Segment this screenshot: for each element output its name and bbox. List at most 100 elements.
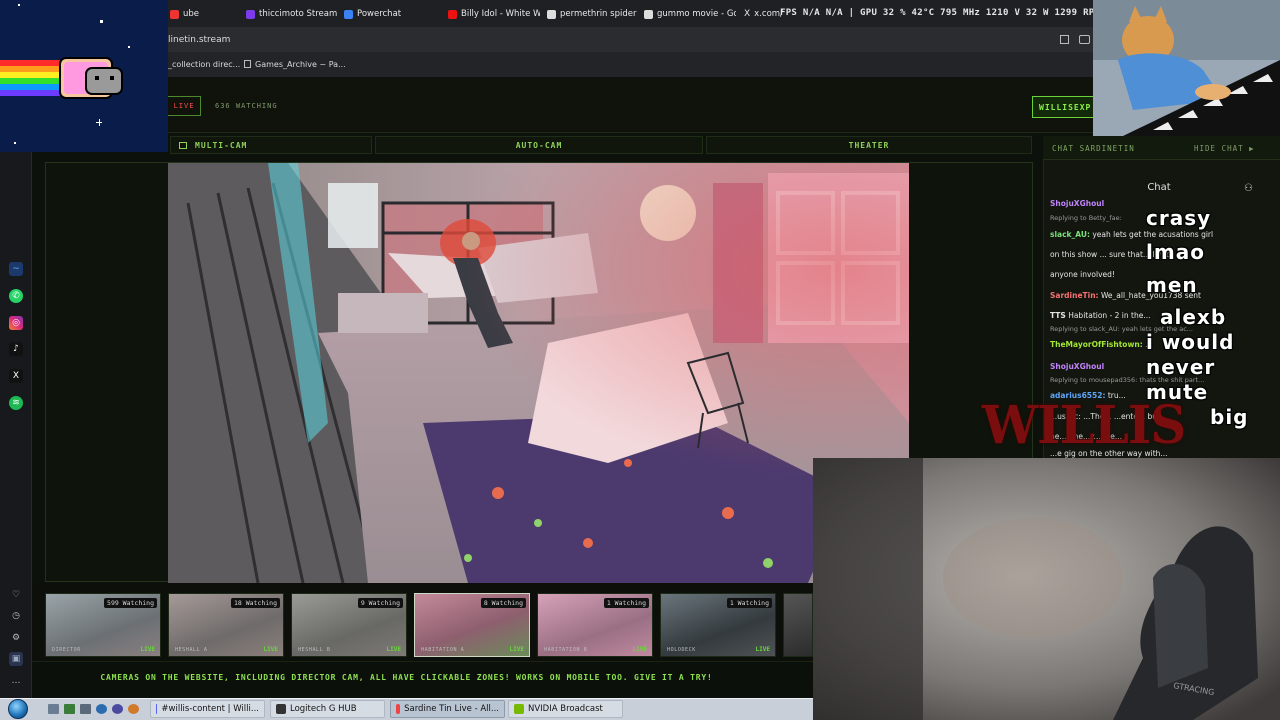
history-icon[interactable]: ◷ [9, 609, 23, 623]
live-badge: LIVE [168, 96, 201, 116]
camera-name: HABITATION A [421, 647, 465, 653]
overlay-chat-word: crasy [1146, 206, 1212, 230]
keyboard-cat-image [1093, 0, 1280, 136]
taskbar-item[interactable]: #willis-content | Willi... [150, 700, 265, 718]
whatsapp-icon[interactable]: ✆ [9, 289, 23, 303]
camera-video-feed[interactable] [168, 163, 909, 583]
grid-icon [179, 141, 187, 149]
taskbar-item[interactable]: Logitech G HUB [270, 700, 385, 718]
browser-tab[interactable]: permethrin spider kill [543, 4, 637, 24]
camera-live-badge: LIVE [263, 646, 278, 653]
camera-name: DIRECTOR [52, 647, 81, 653]
camera-thumbnail[interactable]: 1 Watching HOLODECK LIVE [660, 593, 776, 657]
overlay-chat-word: lmao [1146, 240, 1205, 264]
tab-favicon-icon [547, 9, 556, 19]
x-logo-icon: X [744, 9, 751, 19]
bookmark-page-icon [244, 60, 251, 68]
tab-favicon-icon [344, 9, 353, 19]
camera-name: HOLODECK [667, 647, 696, 653]
camera-name: HABITATION B [544, 647, 588, 653]
camera-thumbnail[interactable]: 1 Watching HABITATION B LIVE [537, 593, 653, 657]
overlay-chat-word: men [1146, 273, 1198, 297]
brand-button[interactable]: WILLISEXP [1032, 96, 1095, 118]
wallet-icon[interactable]: ▣ [9, 652, 23, 666]
overlay-chat-word: alexb [1160, 305, 1227, 329]
camera-viewer-count: 599 Watching [104, 598, 157, 608]
quicklaunch-icon[interactable] [64, 704, 75, 714]
instagram-icon[interactable]: ◎ [9, 316, 23, 330]
quicklaunch-icon[interactable] [128, 704, 139, 714]
camera-name: HESHALL B [298, 647, 331, 653]
browser-tab[interactable]: thiccimoto Stream - W [242, 4, 340, 24]
open-external-icon[interactable] [1060, 35, 1069, 44]
x-icon[interactable]: X [9, 369, 23, 383]
chat-label: Chat [1147, 182, 1171, 193]
logitech-icon [276, 704, 286, 714]
camera-thumbnail[interactable]: 18 Watching HESHALL A LIVE [168, 593, 284, 657]
quicklaunch-icon[interactable] [96, 704, 107, 714]
tab-favicon-icon [170, 9, 179, 19]
willis-logo: WILLIS [982, 393, 1186, 456]
camera-name: HESHALL A [175, 647, 208, 653]
nvidia-icon [514, 704, 524, 714]
users-icon[interactable]: ⚇ [1244, 183, 1253, 194]
tab-favicon-icon [448, 9, 457, 19]
bookmark-item[interactable]: Games_Archive ~ Pa... [244, 60, 346, 69]
more-icon[interactable]: … [9, 674, 23, 688]
info-banner-text: CAMERAS ON THE WEBSITE, INCLUDING DIRECT… [100, 673, 713, 682]
browser-tab[interactable]: ube [166, 4, 236, 24]
keyboard-cat-overlay [1093, 0, 1280, 136]
webcam-image: GTRACING [813, 458, 1280, 720]
tab-multi-cam[interactable]: MULTI-CAM [170, 136, 372, 154]
performance-hud: FPS N/A N/A | GPU 32 % 42°C 795 MHz 1210… [780, 8, 1101, 18]
discord-icon [156, 704, 158, 714]
taskbar-item-active[interactable]: Sardine Tin Live - All... [390, 700, 505, 718]
overlay-chat-word: i would [1146, 330, 1235, 354]
camera-live-badge: LIVE [386, 646, 401, 653]
viewer-count: 636 WATCHING [215, 102, 278, 110]
spotify-icon[interactable]: ≋ [9, 396, 23, 410]
camera-viewer-count: 18 Watching [230, 598, 280, 608]
camera-viewer-count: 8 Watching [480, 598, 526, 608]
taskbar-item[interactable]: NVIDIA Broadcast [508, 700, 623, 718]
quicklaunch-icon[interactable] [112, 704, 123, 714]
room-camera-image [168, 163, 909, 583]
streamer-webcam: GTRACING [813, 458, 1280, 720]
tab-theater[interactable]: THEATER [706, 136, 1032, 154]
camera-thumbnail[interactable] [783, 593, 813, 657]
url-text[interactable]: linetin.stream [168, 35, 230, 45]
browser-tab[interactable]: Powerchat [340, 4, 440, 24]
chat-message: slack_AU: yeah lets get the acusations g… [1050, 230, 1214, 239]
camera-viewer-count: 9 Watching [357, 598, 403, 608]
quicklaunch-icon[interactable] [48, 704, 59, 714]
start-button-icon[interactable] [8, 699, 28, 719]
messenger-icon[interactable]: ~ [9, 262, 23, 276]
camera-icon[interactable] [1079, 35, 1090, 44]
camera-preview-image [784, 594, 812, 656]
camera-viewer-count: 1 Watching [726, 598, 772, 608]
camera-viewer-count: 1 Watching [603, 598, 649, 608]
tab-favicon-icon [644, 9, 653, 19]
tiktok-icon[interactable]: ♪ [9, 342, 23, 356]
hide-chat-button[interactable]: HIDE CHAT ▶ [1194, 144, 1255, 153]
chat-title: CHAT SARDINETIN [1052, 144, 1135, 153]
bookmark-item[interactable]: _collection direc... [168, 60, 240, 69]
tab-favicon-icon [246, 9, 255, 19]
camera-thumbnail[interactable]: 599 Watching DIRECTOR LIVE [45, 593, 161, 657]
camera-thumbnail[interactable]: 9 Watching HESHALL B LIVE [291, 593, 407, 657]
overlay-chat-word: never [1146, 355, 1216, 379]
browser-icon [396, 704, 401, 714]
camera-live-badge: LIVE [755, 646, 770, 653]
camera-thumbnail-selected[interactable]: 8 Watching HABITATION A LIVE [414, 593, 530, 657]
nyan-cat-overlay [0, 0, 168, 152]
settings-icon[interactable]: ⚙ [9, 631, 23, 645]
camera-live-badge: LIVE [632, 646, 647, 653]
quicklaunch-icon[interactable] [80, 704, 91, 714]
browser-tab[interactable]: Billy Idol - White Wed [444, 4, 540, 24]
browser-tab[interactable]: gummo movie - Goog [640, 4, 736, 24]
nyan-cat-image [0, 0, 168, 152]
tab-auto-cam[interactable]: AUTO-CAM [375, 136, 703, 154]
heart-icon[interactable]: ♡ [9, 588, 23, 602]
camera-live-badge: LIVE [140, 646, 155, 653]
camera-live-badge: LIVE [509, 646, 524, 653]
